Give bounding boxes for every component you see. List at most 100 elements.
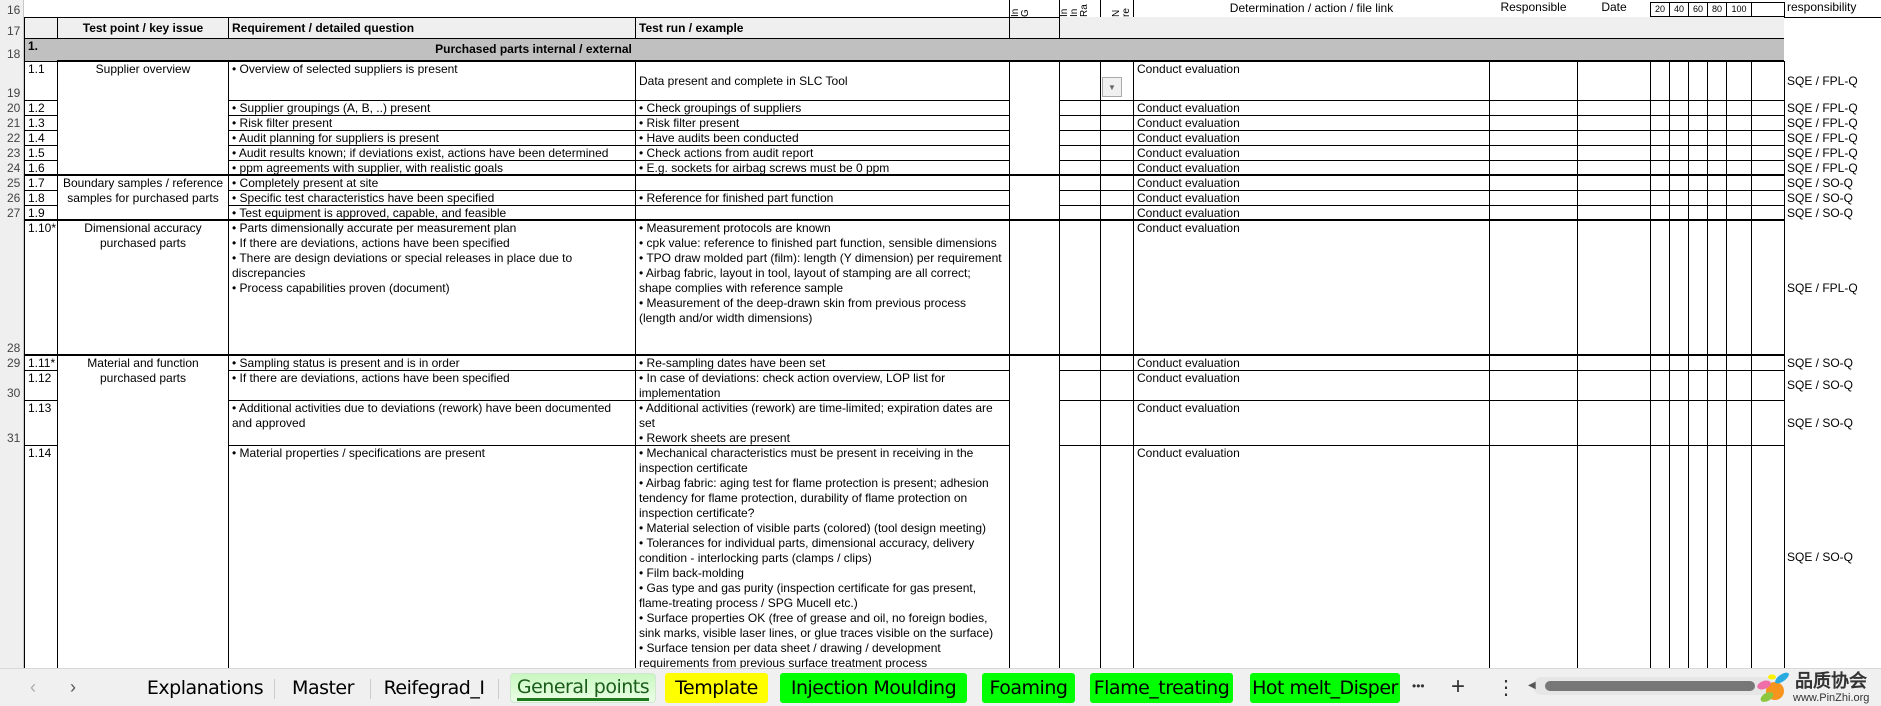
row-header[interactable]: 19 xyxy=(0,61,24,100)
rating-cell-f[interactable] xyxy=(1059,130,1101,146)
rating-cell-g[interactable] xyxy=(1100,445,1134,668)
cell-p0[interactable] xyxy=(1650,400,1670,446)
cell-p2[interactable] xyxy=(1688,445,1708,668)
cell-k[interactable] xyxy=(1751,220,1785,356)
cell-p3[interactable] xyxy=(1707,220,1727,356)
cell-p4[interactable] xyxy=(1726,145,1752,161)
row-header[interactable]: 21 xyxy=(0,115,24,130)
determination-cell[interactable]: Conduct evaluation xyxy=(1133,445,1490,668)
responsibility-cell[interactable]: SQE / FPL-Q xyxy=(1784,220,1881,356)
rating-cell-f[interactable] xyxy=(1059,115,1101,131)
sheet-tab[interactable]: Explanations xyxy=(140,673,270,703)
row-header[interactable]: 28 xyxy=(0,220,24,355)
determination-cell[interactable]: Conduct evaluation xyxy=(1133,145,1490,161)
spreadsheet-grid[interactable]: 16 17 18 19 20 21 22 23 24 25 26 27 28 29 30 31 In G In I… xyxy=(0,0,1881,668)
test-run-cell[interactable]: • Have audits been conducted xyxy=(635,130,1010,146)
row-header[interactable]: 23 xyxy=(0,145,24,160)
rating-cell-g[interactable] xyxy=(1100,220,1134,356)
requirement-cell[interactable]: • Sampling status is present and is in o… xyxy=(228,355,636,371)
determination-cell[interactable]: Conduct evaluation xyxy=(1133,220,1490,356)
cell-p0[interactable] xyxy=(1650,61,1670,101)
cell-j[interactable] xyxy=(1577,355,1651,371)
determination-cell[interactable]: Conduct evaluation xyxy=(1133,100,1490,116)
row-header[interactable]: 26 xyxy=(0,190,24,205)
cell-j[interactable] xyxy=(1577,115,1651,131)
determination-cell[interactable]: Conduct evaluation xyxy=(1133,130,1490,146)
cell-i[interactable] xyxy=(1489,400,1578,446)
cell-k[interactable] xyxy=(1751,145,1785,161)
cell-k[interactable] xyxy=(1751,100,1785,116)
determination-cell[interactable]: Conduct evaluation xyxy=(1133,175,1490,191)
cell-j[interactable] xyxy=(1577,100,1651,116)
test-run-cell[interactable]: • In case of deviations: check action ov… xyxy=(635,370,1010,401)
cell-j[interactable] xyxy=(1577,61,1651,101)
cell-p3[interactable] xyxy=(1707,205,1727,221)
responsibility-cell[interactable]: SQE / SO-Q xyxy=(1784,175,1881,191)
cell-i[interactable] xyxy=(1489,61,1578,101)
determination-cell[interactable]: Conduct evaluation xyxy=(1133,61,1490,101)
row-header[interactable]: 27 xyxy=(0,205,24,220)
requirement-cell[interactable]: • ppm agreements with supplier, with rea… xyxy=(228,160,636,176)
rating-cell-f[interactable] xyxy=(1059,400,1101,446)
sheet-tab[interactable]: Foaming xyxy=(982,673,1075,703)
cell-j[interactable] xyxy=(1577,205,1651,221)
cell-k[interactable] xyxy=(1751,130,1785,146)
test-run-cell[interactable]: • Check groupings of suppliers xyxy=(635,100,1010,116)
test-run-cell[interactable]: • Risk filter present xyxy=(635,115,1010,131)
cell-p4[interactable] xyxy=(1726,61,1752,101)
test-run-cell[interactable]: Data present and complete in SLC Tool xyxy=(635,61,1010,101)
cell-p2[interactable] xyxy=(1688,130,1708,146)
cell-i[interactable] xyxy=(1489,355,1578,371)
cell-p1[interactable] xyxy=(1669,130,1689,146)
determination-cell[interactable]: Conduct evaluation xyxy=(1133,400,1490,446)
cell-p3[interactable] xyxy=(1707,61,1727,101)
cell-k[interactable] xyxy=(1751,445,1785,668)
determination-cell[interactable]: Conduct evaluation xyxy=(1133,190,1490,206)
row-header[interactable]: 17 xyxy=(0,17,24,38)
cell-i[interactable] xyxy=(1489,130,1578,146)
responsibility-cell[interactable]: SQE / FPL-Q xyxy=(1784,100,1881,116)
cell-k[interactable] xyxy=(1751,115,1785,131)
cell-p0[interactable] xyxy=(1650,445,1670,668)
cell-j[interactable] xyxy=(1577,145,1651,161)
cell-p2[interactable] xyxy=(1688,115,1708,131)
cell-p0[interactable] xyxy=(1650,115,1670,131)
responsibility-cell[interactable]: SQE / FPL-Q xyxy=(1784,115,1881,131)
col-e-merged[interactable] xyxy=(1009,175,1060,221)
cell-p2[interactable] xyxy=(1688,145,1708,161)
row-header[interactable]: 29 xyxy=(0,355,24,370)
rating-cell-f[interactable] xyxy=(1059,205,1101,221)
cell-p2[interactable] xyxy=(1688,370,1708,401)
col-e-merged[interactable] xyxy=(1009,355,1060,668)
rating-cell-f[interactable] xyxy=(1059,355,1101,371)
rating-cell-f[interactable] xyxy=(1059,100,1101,116)
cell-p4[interactable] xyxy=(1726,220,1752,356)
cell-p1[interactable] xyxy=(1669,370,1689,401)
test-run-cell[interactable] xyxy=(635,205,1010,221)
scrollbar-thumb[interactable] xyxy=(1545,681,1755,691)
cell-p1[interactable] xyxy=(1669,160,1689,176)
cell-p4[interactable] xyxy=(1726,160,1752,176)
cell-p4[interactable] xyxy=(1726,400,1752,446)
cell-p2[interactable] xyxy=(1688,220,1708,356)
rating-cell-g[interactable] xyxy=(1100,190,1134,206)
cell-j[interactable] xyxy=(1577,190,1651,206)
responsibility-cell[interactable]: SQE / FPL-Q xyxy=(1784,145,1881,161)
cell-p4[interactable] xyxy=(1726,355,1752,371)
rating-cell-f[interactable] xyxy=(1059,190,1101,206)
cell-p3[interactable] xyxy=(1707,190,1727,206)
cell-p3[interactable] xyxy=(1707,115,1727,131)
test-run-cell[interactable]: • Check actions from audit report xyxy=(635,145,1010,161)
cell-p1[interactable] xyxy=(1669,61,1689,101)
cell-j[interactable] xyxy=(1577,175,1651,191)
cell-p3[interactable] xyxy=(1707,160,1727,176)
test-run-cell[interactable]: • Additional activities (rework) are tim… xyxy=(635,400,1010,446)
requirement-cell[interactable]: • Test equipment is approved, capable, a… xyxy=(228,205,636,221)
rating-cell-g[interactable] xyxy=(1100,100,1134,116)
determination-cell[interactable]: Conduct evaluation xyxy=(1133,115,1490,131)
responsibility-cell[interactable]: SQE / SO-Q xyxy=(1784,370,1881,401)
rating-cell-g[interactable] xyxy=(1100,370,1134,401)
cell-p3[interactable] xyxy=(1707,145,1727,161)
sheet-tab[interactable]: Injection Moulding xyxy=(780,673,967,703)
cell-p1[interactable] xyxy=(1669,205,1689,221)
